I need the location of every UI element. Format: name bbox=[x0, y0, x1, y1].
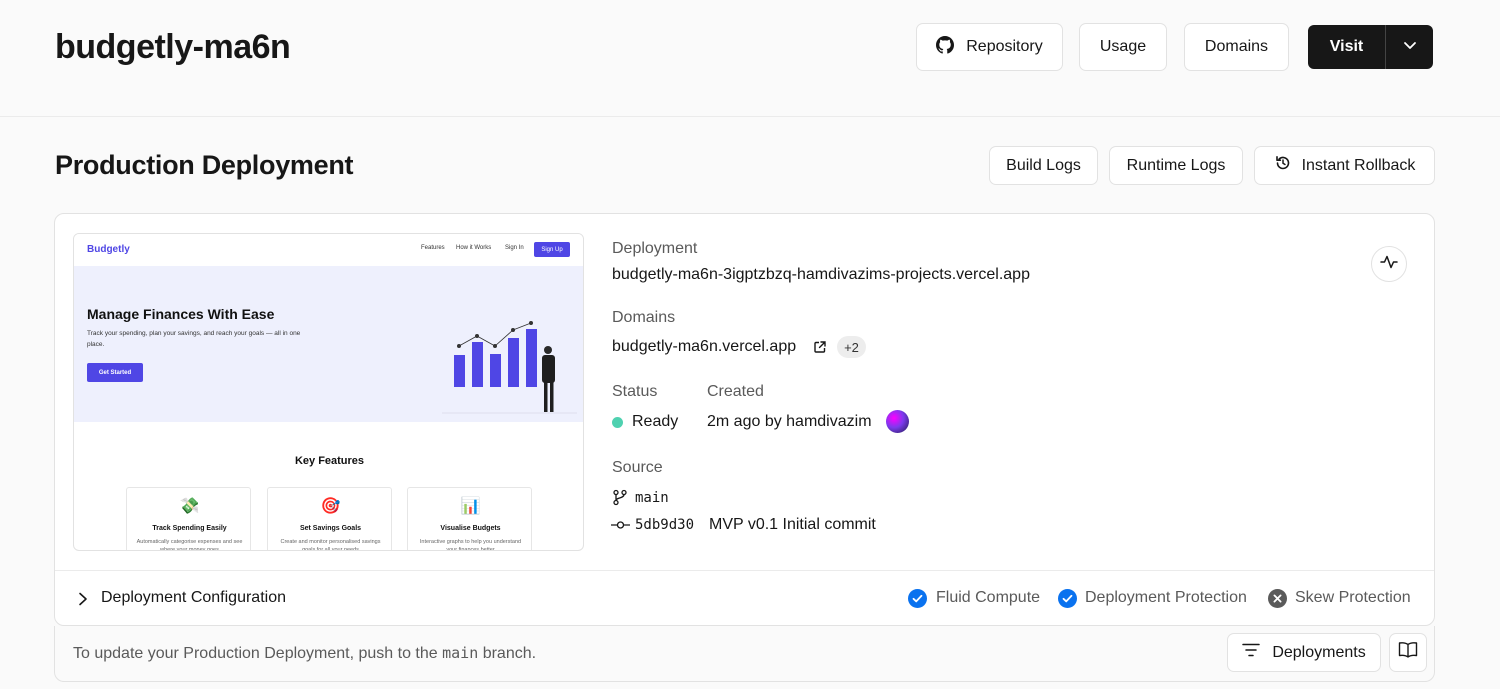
footer-hint-end: branch. bbox=[482, 645, 537, 662]
deployment-preview[interactable]: Budgetly Features How it Works Sign In S… bbox=[73, 233, 584, 551]
domains-button[interactable]: Domains bbox=[1184, 23, 1289, 71]
check-circle-icon bbox=[908, 589, 927, 608]
github-icon bbox=[936, 35, 955, 59]
deployment-card: Budgetly Features How it Works Sign In S… bbox=[54, 213, 1435, 626]
repository-button[interactable]: Repository bbox=[916, 23, 1063, 71]
section-title: Production Deployment bbox=[55, 150, 354, 180]
bar-chart-icon: 📊 bbox=[460, 498, 481, 515]
repository-label: Repository bbox=[966, 38, 1043, 55]
git-branch-icon bbox=[612, 489, 628, 511]
preview-key-features-title: Key Features bbox=[294, 455, 365, 467]
preview-feature-desc: Interactive graphs to help you understan… bbox=[419, 539, 522, 551]
deployments-button[interactable]: Deployments bbox=[1227, 633, 1381, 672]
chevron-down-icon bbox=[1402, 37, 1418, 58]
deployment-url-link[interactable]: budgetly-ma6n-3igptzbzq-hamdivazims-proj… bbox=[612, 266, 1030, 284]
deployment-configuration-row[interactable]: Deployment Configuration Fluid Compute D… bbox=[55, 570, 1434, 626]
usage-button[interactable]: Usage bbox=[1079, 23, 1167, 71]
x-circle-icon bbox=[1268, 589, 1287, 608]
footer-hint-text: To update your Production Deployment, pu… bbox=[73, 645, 438, 662]
preview-nav-sign-in: Sign In bbox=[505, 245, 524, 251]
extra-domains-badge[interactable]: +2 bbox=[837, 336, 866, 358]
money-icon: 💸 bbox=[179, 498, 200, 515]
footer-bar: To update your Production Deployment, pu… bbox=[54, 626, 1435, 682]
preview-feature-title: Visualise Budgets bbox=[440, 525, 501, 532]
preview-nav-features: Features bbox=[421, 245, 445, 251]
target-icon: 🎯 bbox=[320, 498, 341, 515]
docs-button[interactable] bbox=[1389, 633, 1427, 672]
preview-hero-illustration bbox=[442, 321, 577, 414]
preview-feature-desc: Automatically categorise expenses and se… bbox=[136, 539, 243, 551]
source-label: Source bbox=[612, 459, 663, 476]
instant-rollback-button[interactable]: Instant Rollback bbox=[1254, 146, 1435, 185]
preview-brand: Budgetly bbox=[87, 244, 130, 255]
preview-signup-button: Sign Up bbox=[534, 242, 570, 257]
preview-navbar: Budgetly Features How it Works Sign In S… bbox=[74, 234, 583, 266]
runtime-logs-button[interactable]: Runtime Logs bbox=[1109, 146, 1243, 185]
fluid-compute-status: Fluid Compute bbox=[936, 589, 1041, 606]
deployments-label: Deployments bbox=[1272, 643, 1366, 661]
domains-label: Domains bbox=[612, 309, 676, 326]
activity-icon bbox=[1380, 255, 1398, 274]
footer-hint: To update your Production Deployment, pu… bbox=[73, 644, 536, 663]
preview-hero: Manage Finances With Ease Track your spe… bbox=[74, 266, 583, 422]
top-bar: budgetly-ma6n Repository Usage Domains V… bbox=[0, 0, 1500, 117]
preview-feature-title: Track Spending Easily bbox=[152, 525, 227, 532]
visit-button-group: Visit bbox=[1308, 25, 1433, 69]
deployment-label: Deployment bbox=[612, 240, 698, 257]
preview-feature-card: 🎯 Set Savings Goals Create and monitor p… bbox=[267, 487, 392, 551]
book-icon bbox=[1398, 641, 1418, 664]
preview-hero-title: Manage Finances With Ease bbox=[87, 306, 275, 322]
created-value: 2m ago by hamdivazim bbox=[707, 413, 872, 430]
preview-get-started-button: Get Started bbox=[87, 363, 143, 382]
branch-link[interactable]: main bbox=[635, 490, 669, 506]
footer-branch: main bbox=[442, 644, 479, 662]
skew-protection-status: Skew Protection bbox=[1295, 589, 1411, 606]
status-dot bbox=[612, 417, 623, 428]
avatar[interactable] bbox=[886, 410, 909, 433]
preview-hero-subtitle: Track your spending, plan your savings, … bbox=[87, 330, 301, 348]
preview-feature-card: 💸 Track Spending Easily Automatically ca… bbox=[126, 487, 251, 551]
status-label: Status bbox=[612, 383, 658, 400]
commit-message: MVP v0.1 Initial commit bbox=[709, 516, 876, 533]
rollback-icon bbox=[1274, 154, 1292, 177]
preview-feature-title: Set Savings Goals bbox=[299, 525, 362, 532]
project-title: budgetly-ma6n bbox=[55, 28, 291, 66]
check-circle-icon bbox=[1058, 589, 1077, 608]
commit-hash-link[interactable]: 5db9d30 bbox=[635, 517, 694, 533]
status-value: Ready bbox=[632, 413, 679, 430]
instant-rollback-label: Instant Rollback bbox=[1301, 156, 1416, 174]
deployment-configuration-title[interactable]: Deployment Configuration bbox=[101, 589, 286, 607]
filter-icon bbox=[1242, 643, 1261, 662]
visit-button[interactable]: Visit bbox=[1308, 25, 1386, 69]
preview-nav-how-it-works: How it Works bbox=[456, 245, 492, 251]
chevron-right-icon[interactable] bbox=[75, 591, 89, 612]
build-logs-button[interactable]: Build Logs bbox=[989, 146, 1098, 185]
created-label: Created bbox=[707, 383, 764, 400]
preview-feature-desc: Create and monitor personalised savings … bbox=[280, 539, 381, 551]
activity-button[interactable] bbox=[1371, 246, 1407, 282]
deployment-protection-status: Deployment Protection bbox=[1085, 589, 1247, 606]
git-commit-icon bbox=[611, 518, 630, 536]
external-link-icon[interactable] bbox=[813, 340, 827, 359]
visit-dropdown-button[interactable] bbox=[1386, 25, 1433, 69]
domain-link[interactable]: budgetly-ma6n.vercel.app bbox=[612, 338, 796, 356]
preview-feature-card: 📊 Visualise Budgets Interactive graphs t… bbox=[407, 487, 532, 551]
